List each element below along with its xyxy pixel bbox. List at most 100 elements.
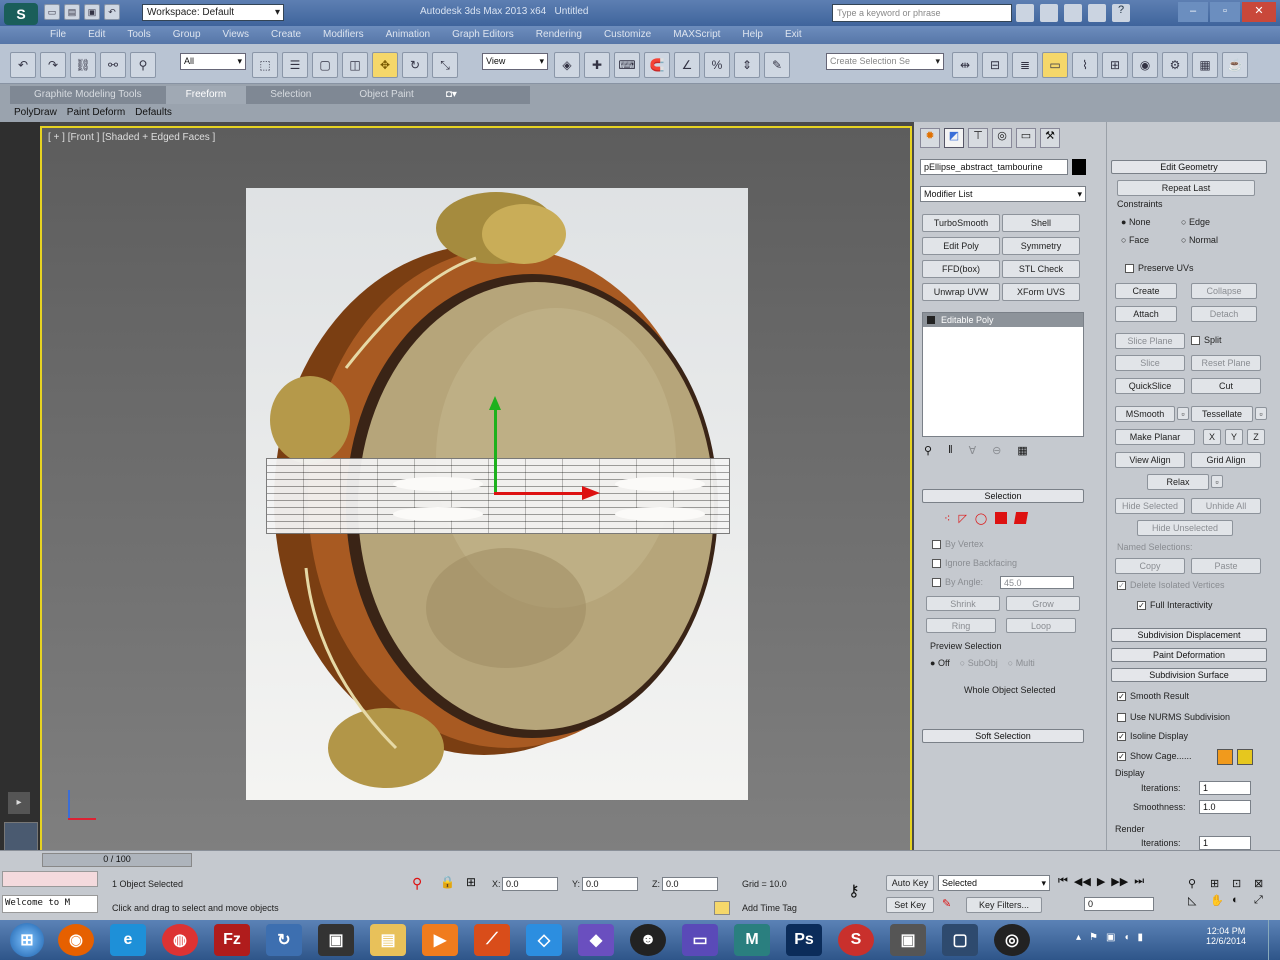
paint-deformation-rollout[interactable]: Paint Deformation [1111, 648, 1267, 662]
relax-settings-icon[interactable]: ▫ [1211, 475, 1223, 488]
key-filters-button[interactable]: Key Filters... [966, 897, 1042, 913]
hide-selected-button[interactable]: Hide Selected [1115, 498, 1185, 514]
iterations-spinner[interactable]: 1 [1199, 781, 1251, 795]
selected-dropdown[interactable]: Selected ▾ [938, 875, 1050, 891]
auto-key-button[interactable]: Auto Key [886, 875, 934, 891]
pivot-center-icon[interactable]: ◈ [554, 52, 580, 78]
hierarchy-tab-icon[interactable]: ⊤ [968, 128, 988, 148]
use-nurms-checkbox[interactable]: Use NURMS Subdivision [1117, 712, 1230, 723]
explorer-icon[interactable]: ▤ [370, 924, 406, 956]
play-icon[interactable]: ▶ [1097, 875, 1105, 888]
panel-defaults[interactable]: Defaults [135, 107, 172, 118]
prev-frame-icon[interactable]: ◀◀ [1074, 875, 1091, 888]
named-selection-set-dropdown[interactable]: Create Selection Se ▾ [826, 53, 944, 70]
configure-sets-icon[interactable]: ▦ [1017, 444, 1027, 457]
app-icon-9[interactable]: ⟋ [474, 924, 510, 956]
tab-graphite-modeling-tools[interactable]: Graphite Modeling Tools [10, 86, 166, 104]
search-input[interactable]: Type a keyword or phrase [832, 4, 1012, 22]
hide-unselected-button[interactable]: Hide Unselected [1137, 520, 1233, 536]
preview-multi-radio[interactable]: ○ Multi [1008, 658, 1035, 668]
maya-icon[interactable]: M [734, 924, 770, 956]
render-frame-icon[interactable]: ▦ [1192, 52, 1218, 78]
tab-object-paint[interactable]: Object Paint [335, 86, 437, 104]
select-object-icon[interactable]: ⬚ [252, 52, 278, 78]
app-icon-11[interactable]: ◆ [578, 924, 614, 956]
menu-item-tools[interactable]: Tools [127, 29, 150, 40]
menu-item-maxscript[interactable]: MAXScript [673, 29, 720, 40]
collapse-button[interactable]: Collapse [1191, 283, 1257, 299]
ribbon-options-icon[interactable]: ◘▾ [438, 86, 465, 104]
z-coordinate[interactable]: 0.0 [662, 877, 718, 891]
by-angle-checkbox[interactable]: By Angle: [932, 577, 983, 588]
modifier-button-ffd-box-[interactable]: FFD(box) [922, 260, 1000, 278]
planar-z-button[interactable]: Z [1247, 429, 1265, 445]
minimize-icon[interactable]: – [1178, 2, 1208, 22]
rect-region-icon[interactable]: ▢ [312, 52, 338, 78]
msmooth-button[interactable]: MSmooth [1115, 406, 1175, 422]
app-icon-6[interactable]: ▣ [318, 924, 354, 956]
zoom-extents-all-icon[interactable]: ⊠ [1254, 877, 1274, 890]
ring-button[interactable]: Ring [926, 618, 996, 633]
cage-color-2[interactable] [1237, 749, 1253, 765]
modifier-list-dropdown[interactable]: Modifier List ▾ [920, 186, 1086, 202]
repeat-last-button[interactable]: Repeat Last [1117, 180, 1255, 196]
maximize-icon[interactable]: ▫ [1210, 2, 1240, 22]
cage-color-1[interactable] [1217, 749, 1233, 765]
link-icon[interactable]: ⛓ [70, 52, 96, 78]
current-frame-field[interactable]: 0 [1084, 897, 1154, 911]
app-icon-16[interactable]: S [838, 924, 874, 956]
modifier-button-shell[interactable]: Shell [1002, 214, 1080, 232]
motion-tab-icon[interactable]: ◎ [992, 128, 1012, 148]
go-to-start-icon[interactable]: ⏮ [1058, 875, 1068, 888]
modifier-button-xform-uvs[interactable]: XForm UVS [1002, 283, 1080, 301]
zoom-extents-icon[interactable]: ⊡ [1232, 877, 1252, 890]
tessellate-button[interactable]: Tessellate [1191, 406, 1253, 422]
attach-button[interactable]: Attach [1115, 306, 1177, 322]
keyboard-shortcut-icon[interactable]: ⌨ [614, 52, 640, 78]
show-end-result-icon[interactable]: ‖ [948, 444, 953, 457]
app-icon-12[interactable]: ☻ [630, 924, 666, 956]
isolate-icon[interactable]: ⚲ [412, 875, 422, 892]
split-checkbox[interactable]: Split [1191, 335, 1222, 346]
spinner-snap-icon[interactable]: ⇕ [734, 52, 760, 78]
app-icon-13[interactable]: ▭ [682, 924, 718, 956]
utilities-tab-icon[interactable]: ⚒ [1040, 128, 1060, 148]
reset-plane-button[interactable]: Reset Plane [1191, 355, 1261, 371]
remove-modifier-icon[interactable]: ⊖ [992, 444, 1001, 457]
curve-editor-icon[interactable]: ⌇ [1072, 52, 1098, 78]
rotate-icon[interactable]: ↻ [402, 52, 428, 78]
panel-polydraw[interactable]: PolyDraw [14, 107, 57, 118]
menu-item-rendering[interactable]: Rendering [536, 29, 582, 40]
smooth-result-checkbox[interactable]: ✓ Smooth Result [1117, 691, 1189, 702]
add-time-tag[interactable]: Add Time Tag [742, 903, 797, 913]
material-editor-icon[interactable]: ◉ [1132, 52, 1158, 78]
orbit-icon[interactable]: ◐ [1232, 894, 1252, 907]
go-to-end-icon[interactable]: ⏭ [1134, 875, 1144, 888]
make-planar-button[interactable]: Make Planar [1115, 429, 1195, 445]
show-desktop-button[interactable] [1268, 920, 1280, 960]
create-button[interactable]: Create [1115, 283, 1177, 299]
move-gizmo[interactable] [489, 396, 604, 502]
zoom-all-icon[interactable]: ⊞ [1210, 877, 1230, 890]
grid-align-button[interactable]: Grid Align [1191, 452, 1261, 468]
tab-selection[interactable]: Selection [246, 86, 335, 104]
network-icon[interactable]: ▣ [1106, 932, 1115, 943]
tray-expand-icon[interactable]: ▴ [1076, 932, 1081, 943]
loop-button[interactable]: Loop [1006, 618, 1076, 633]
abs-mode-icon[interactable]: ⊞ [466, 875, 476, 889]
modifier-button-edit-poly[interactable]: Edit Poly [922, 237, 1000, 255]
paste-button[interactable]: Paste [1191, 558, 1261, 574]
edit-named-sel-icon[interactable]: ✎ [764, 52, 790, 78]
star-icon[interactable] [1088, 4, 1106, 22]
menu-item-graph-editors[interactable]: Graph Editors [452, 29, 514, 40]
move-icon[interactable]: ✥ [372, 52, 398, 78]
panel-paint-deform[interactable]: Paint Deform [67, 107, 125, 118]
photoshop-icon[interactable]: Ps [786, 924, 822, 956]
by-vertex-checkbox[interactable]: By Vertex [932, 539, 984, 550]
delete-isolated-checkbox[interactable]: ✓ Delete Isolated Vertices [1117, 580, 1225, 591]
pan-icon[interactable]: ✋ [1210, 894, 1230, 907]
key-mode-icon[interactable]: ⚷ [848, 881, 860, 901]
menu-item-group[interactable]: Group [173, 29, 201, 40]
key-icon[interactable] [1040, 4, 1058, 22]
menu-item-file[interactable]: File [50, 29, 66, 40]
